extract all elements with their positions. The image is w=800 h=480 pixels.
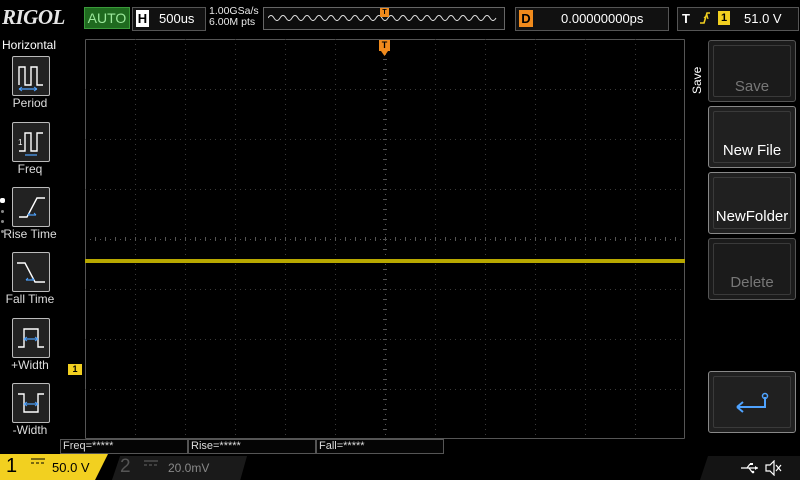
new-folder-button[interactable]: NewFolder xyxy=(708,172,796,234)
run-mode-badge[interactable]: AUTO xyxy=(84,7,130,29)
measure-item-negative-width[interactable]: -Width xyxy=(0,383,60,447)
ch1-tab[interactable]: 1 50.0 V xyxy=(0,454,108,480)
measure-menu-title: Horizontal xyxy=(2,38,57,52)
channel-status-bar: 1 50.0 V 2 20.0mV xyxy=(0,454,800,480)
negative-width-icon xyxy=(12,383,50,423)
measure-item-freq[interactable]: 1 Freq xyxy=(0,122,60,186)
trigger-position-marker: T xyxy=(380,8,389,17)
enter-button[interactable] xyxy=(708,371,796,433)
save-button-label: Save xyxy=(734,78,770,95)
ch2-tab[interactable]: 2 20.0mV xyxy=(112,456,247,480)
system-status-area xyxy=(700,456,800,480)
dc-coupling-icon xyxy=(143,459,159,470)
measure-item-positive-width[interactable]: +Width xyxy=(0,318,60,382)
save-menu: Save Save New File NewFolder Delete xyxy=(686,36,800,440)
period-icon xyxy=(12,56,50,96)
measure-item-label: Rise Time xyxy=(3,227,57,241)
measure-item-label: +Width xyxy=(11,358,49,372)
delay-letter: D xyxy=(519,10,533,27)
trigger-box[interactable]: T 1 51.0 V xyxy=(677,7,799,31)
new-file-button-label: New File xyxy=(722,142,782,159)
new-file-button[interactable]: New File xyxy=(708,106,796,168)
enter-icon xyxy=(736,392,769,413)
measure-item-fall-time[interactable]: Fall Time xyxy=(0,252,60,316)
brand-logo: RIGOL xyxy=(2,5,65,29)
save-menu-title: Save xyxy=(690,66,704,94)
ch2-scale: 20.0mV xyxy=(168,461,210,475)
ch1-offset-marker[interactable]: 1 xyxy=(68,364,82,375)
grid-center-ticks xyxy=(85,39,676,430)
measure-menu: Horizontal Period 1 Freq Rise Time Fall … xyxy=(0,36,60,440)
fall-time-icon xyxy=(12,252,50,292)
new-folder-button-label: NewFolder xyxy=(715,208,789,225)
memory-depth: 6.00M pts xyxy=(209,16,256,28)
usb-icon xyxy=(741,463,758,474)
frequency-icon: 1 xyxy=(12,122,50,162)
delete-button[interactable]: Delete xyxy=(708,238,796,300)
memory-overview-bar: T xyxy=(263,7,505,30)
delay-box[interactable]: D 0.00000000ps xyxy=(515,7,669,31)
save-button[interactable]: Save xyxy=(708,40,796,102)
delete-button-label: Delete xyxy=(730,274,774,291)
measure-item-period[interactable]: Period xyxy=(0,56,60,120)
trigger-edge-icon xyxy=(698,9,712,31)
trigger-source-badge: 1 xyxy=(718,11,730,25)
timebase-box[interactable]: H 500us xyxy=(132,7,206,31)
horizontal-letter: H xyxy=(136,10,149,27)
rise-time-icon xyxy=(12,187,50,227)
freq-readout: Freq=***** xyxy=(60,439,188,454)
positive-width-icon xyxy=(12,318,50,358)
svg-text:1: 1 xyxy=(18,138,23,147)
measure-item-label: -Width xyxy=(12,423,48,437)
waveform-grid[interactable] xyxy=(85,39,685,439)
measure-item-label: Fall Time xyxy=(5,292,55,306)
delay-value: 0.00000000ps xyxy=(561,11,644,26)
trigger-letter: T xyxy=(682,11,690,26)
ch1-number: 1 xyxy=(6,455,18,477)
measure-item-rise-time[interactable]: Rise Time xyxy=(0,187,60,251)
measure-item-label: Period xyxy=(12,96,48,110)
top-status-bar: RIGOL AUTO H 500us 1.00GSa/s 6.00M pts T… xyxy=(0,0,800,34)
trigger-time-marker-label: T xyxy=(381,40,388,50)
dc-coupling-icon xyxy=(30,457,46,468)
acquisition-info: 1.00GSa/s 6.00M pts xyxy=(209,6,259,28)
measure-item-label: Freq xyxy=(17,162,43,176)
ch1-scale: 50.0 V xyxy=(52,460,90,475)
speaker-muted-icon[interactable] xyxy=(764,460,782,476)
ch2-number: 2 xyxy=(120,456,131,477)
trigger-time-marker[interactable]: T xyxy=(379,40,390,56)
timebase-value: 500us xyxy=(159,11,195,26)
fall-readout: Fall=***** xyxy=(316,439,444,454)
rise-readout: Rise=***** xyxy=(188,439,316,454)
trigger-level-value: 51.0 V xyxy=(744,11,782,26)
